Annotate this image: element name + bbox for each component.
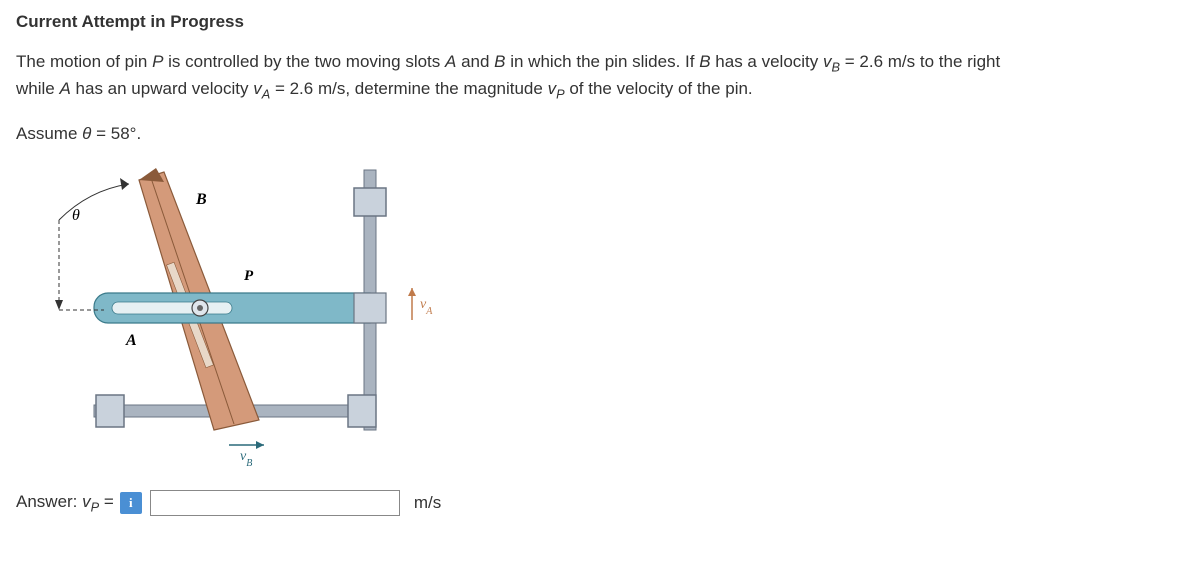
answer-input[interactable]	[150, 490, 400, 516]
label-B: B	[195, 191, 207, 208]
info-icon[interactable]: i	[120, 492, 142, 514]
answer-label: Answer: vP =	[16, 492, 114, 514]
problem-line-1: The motion of pin P is controlled by the…	[16, 52, 1000, 71]
problem-line-2: while A has an upward velocity vA = 2.6 …	[16, 79, 753, 98]
label-vA: vA	[420, 297, 433, 317]
answer-unit: m/s	[414, 493, 441, 513]
section-heading: Current Attempt in Progress	[16, 12, 1184, 32]
label-vB: vB	[240, 449, 252, 469]
label-P: P	[244, 268, 254, 284]
label-theta: θ	[72, 207, 80, 224]
answer-row: Answer: vP = i m/s	[16, 490, 1184, 516]
label-A: A	[125, 332, 137, 349]
problem-statement: The motion of pin P is controlled by the…	[16, 50, 1166, 104]
assume-text: Assume θ = 58°.	[16, 124, 1184, 144]
mechanism-diagram: θ B A P vA vB	[34, 160, 454, 470]
